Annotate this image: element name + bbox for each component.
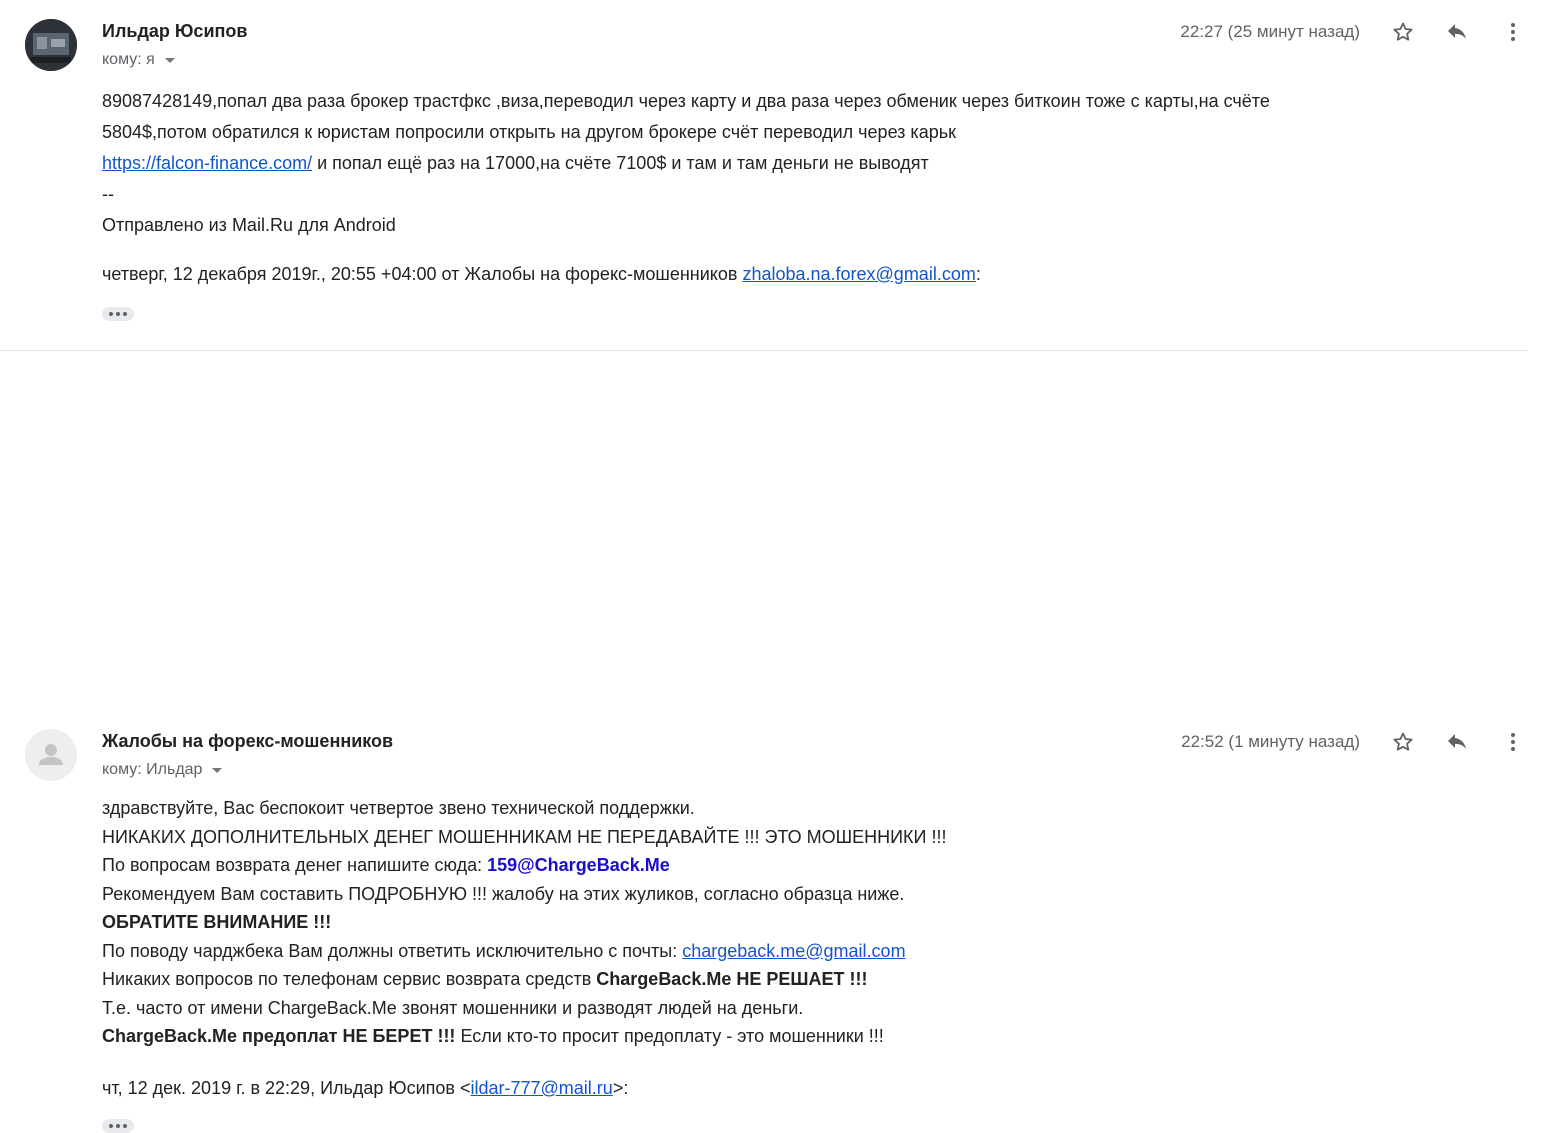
body-text-segment: Никаких вопросов по телефонам сервис воз…: [102, 969, 597, 989]
body-line: По вопросам возврата денег напишите сюда…: [102, 851, 1492, 880]
more-vert-icon: [1511, 23, 1515, 41]
quote-header: чт, 12 дек. 2019 г. в 22:29, Ильдар Юсип…: [102, 1078, 628, 1099]
body-line-warning: ОБРАТИТЕ ВНИМАНИЕ !!!: [102, 912, 332, 932]
recipients-label: кому: я: [102, 51, 155, 68]
body-bold-segment: ChargeBack.Me предоплат НЕ БЕРЕТ !!!: [102, 1026, 456, 1046]
reply-icon: [1448, 734, 1466, 749]
sender-name[interactable]: Ильдар Юсипов: [102, 21, 247, 42]
message-1: Ильдар Юсипов кому: я 22:27 (25 минут на…: [0, 0, 1548, 350]
message-2: Жалобы на форекс-мошенников кому: Ильдар…: [0, 350, 1548, 1133]
quote-header-suffix: :: [975, 264, 981, 284]
sender-name[interactable]: Жалобы на форекс-мошенников: [102, 731, 393, 752]
dot: [123, 312, 127, 316]
body-line: По поводу чарджбека Вам должны ответить …: [102, 937, 1492, 966]
more-options-button[interactable]: [1498, 727, 1528, 757]
star-outline-icon: [1393, 732, 1413, 751]
user-photo-icon: [25, 19, 77, 71]
chevron-down-icon: [164, 57, 175, 63]
more-vert-icon: [1511, 733, 1515, 751]
dot: [116, 312, 120, 316]
message-body: здравствуйте, Вас беспокоит четвертое зв…: [102, 794, 1492, 1051]
chargeback-email: 159@ChargeBack.Me: [487, 855, 670, 875]
message-time: 22:52 (1 минуту назад): [1181, 732, 1360, 751]
body-text-segment: Если кто-то просит предоплату - это моше…: [455, 1026, 884, 1046]
show-trimmed-content-button[interactable]: [102, 1119, 134, 1133]
chevron-down-icon: [212, 767, 223, 773]
dot: [109, 1124, 113, 1128]
dot: [109, 312, 113, 316]
reply-button[interactable]: [1442, 17, 1472, 47]
body-line: Никаких вопросов по телефонам сервис воз…: [102, 965, 1492, 994]
body-line: Т.е. часто от имени ChargeBack.Me звонят…: [102, 997, 804, 1018]
body-text-segment: По вопросам возврата денег напишите сюда…: [102, 855, 488, 875]
star-button[interactable]: [1388, 17, 1418, 47]
body-line: 5804$,потом обратился к юристам попросил…: [102, 122, 956, 142]
show-trimmed-content-button[interactable]: [102, 307, 134, 321]
dot: [123, 1124, 127, 1128]
message-time: 22:27 (25 минут назад): [1180, 22, 1360, 41]
default-user-icon: [25, 729, 77, 781]
dot: [116, 1124, 120, 1128]
quote-email-link[interactable]: ildar-777@mail.ru: [470, 1078, 612, 1098]
quote-header: четверг, 12 декабря 2019г., 20:55 +04:00…: [102, 264, 981, 285]
star-outline-icon: [1393, 22, 1413, 41]
body-line: НИКАКИХ ДОПОЛНИТЕЛЬНЫХ ДЕНЕГ МОШЕННИКАМ …: [102, 826, 947, 847]
more-options-button[interactable]: [1498, 17, 1528, 47]
sender-avatar[interactable]: [25, 19, 77, 71]
message-body: 89087428149,попал два раза брокер трастф…: [102, 86, 1492, 241]
recipients-toggle[interactable]: кому: Ильдар: [102, 761, 223, 779]
body-line: Рекомендуем Вам составить ПОДРОБНУЮ !!! …: [102, 883, 905, 904]
recipients-label: кому: Ильдар: [102, 761, 203, 778]
sender-avatar[interactable]: [25, 729, 77, 781]
body-bold-segment: ChargeBack.Me НЕ РЕШАЕТ !!!: [596, 969, 868, 989]
signature: Отправлено из Mail.Ru для Android: [102, 215, 396, 235]
body-line: https://falcon-finance.com/ и попал ещё …: [102, 148, 1492, 179]
quote-header-prefix: чт, 12 дек. 2019 г. в 22:29, Ильдар Юсип…: [102, 1078, 471, 1098]
chargeback-gmail-link[interactable]: chargeback.me@gmail.com: [682, 941, 905, 961]
body-text-segment: По поводу чарджбека Вам должны ответить …: [102, 940, 683, 961]
quote-header-prefix: четверг, 12 декабря 2019г., 20:55 +04:00…: [102, 264, 743, 284]
reply-button[interactable]: [1442, 727, 1472, 757]
quote-email-link[interactable]: zhaloba.na.forex@gmail.com: [742, 264, 975, 284]
body-line: 89087428149,попал два раза брокер трастф…: [102, 91, 1270, 111]
signature-separator: --: [102, 184, 114, 204]
star-button[interactable]: [1388, 727, 1418, 757]
body-text-segment: и попал ещё раз на 17000,на счёте 7100$ …: [312, 153, 929, 173]
body-line: здравствуйте, Вас беспокоит четвертое зв…: [102, 798, 695, 818]
quote-header-suffix: >:: [612, 1078, 629, 1098]
falcon-finance-link[interactable]: https://falcon-finance.com/: [102, 153, 312, 173]
recipients-toggle[interactable]: кому: я: [102, 51, 175, 69]
reply-icon: [1448, 24, 1466, 39]
body-line: ChargeBack.Me предоплат НЕ БЕРЕТ !!! Есл…: [102, 1022, 1492, 1051]
